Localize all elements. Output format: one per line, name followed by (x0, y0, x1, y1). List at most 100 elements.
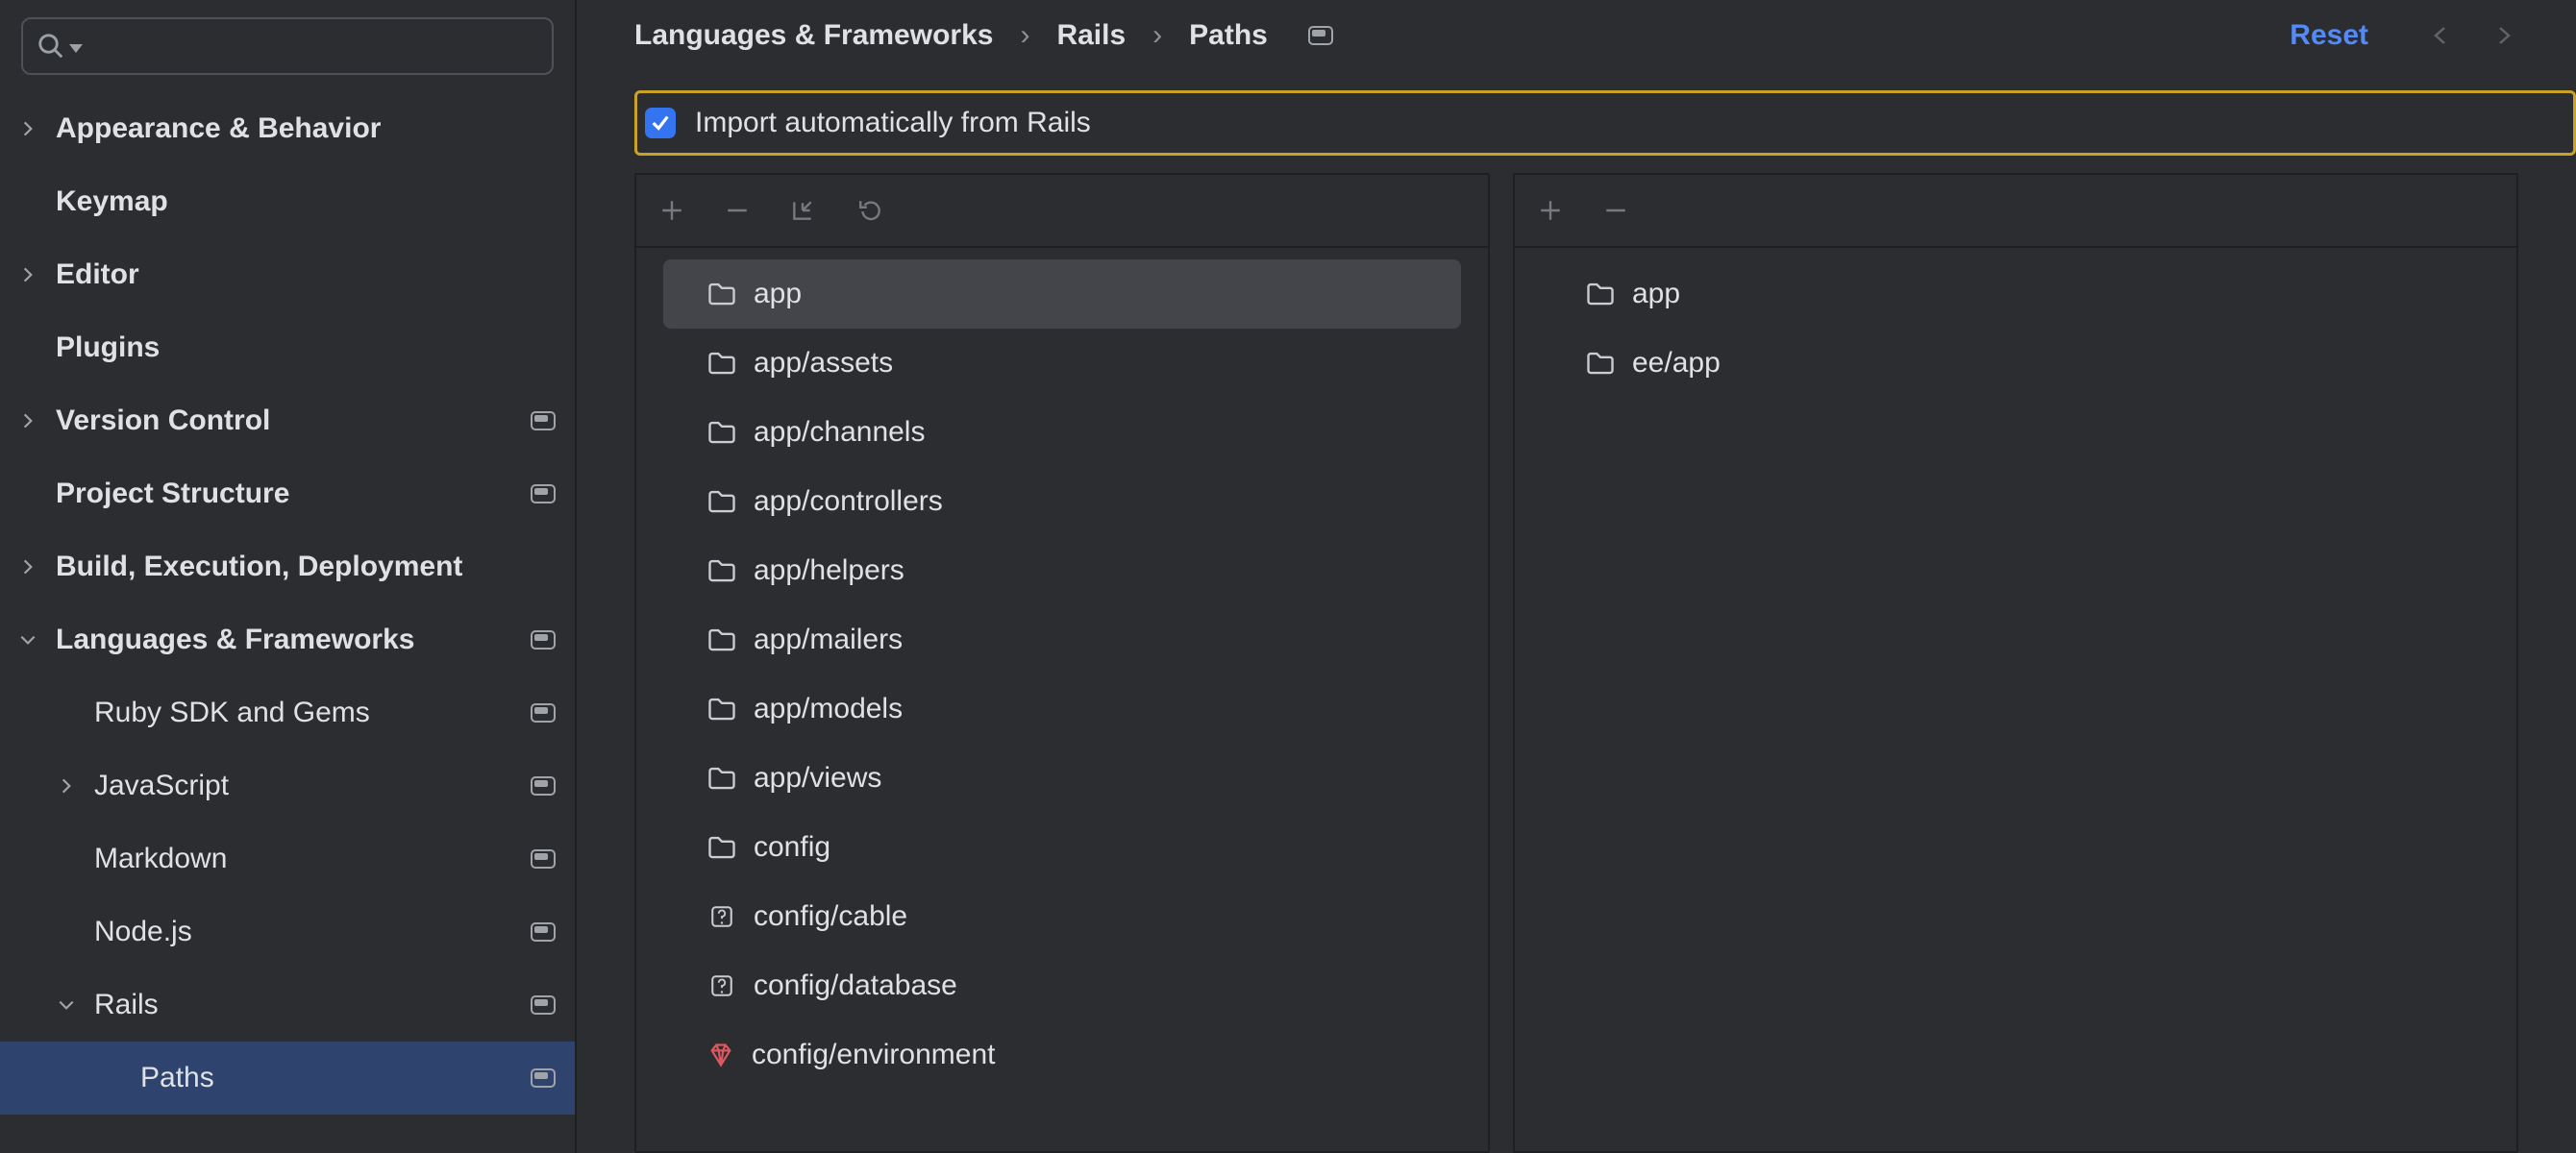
window-icon (521, 922, 556, 942)
sidebar-item-build-execution-deployment[interactable]: Build, Execution, Deployment (0, 530, 575, 603)
sidebar-item-project-structure[interactable]: Project Structure (0, 457, 575, 530)
sidebar-item-markdown[interactable]: Markdown (0, 822, 575, 895)
list-item-label: app/mailers (754, 624, 903, 656)
titlebar: Languages & Frameworks › Rails › Paths R… (577, 19, 2576, 90)
breadcrumb-item[interactable]: Paths (1189, 19, 1268, 52)
sidebar-item-node-js[interactable]: Node.js (0, 895, 575, 969)
sidebar-item-label: Paths (140, 1062, 521, 1094)
list-item[interactable]: app/helpers (663, 536, 1461, 605)
left-list-toolbar (636, 175, 1488, 248)
right-list-toolbar (1515, 175, 2516, 248)
chevron-right-icon: › (1020, 19, 1029, 52)
sidebar-item-ruby-sdk-and-gems[interactable]: Ruby SDK and Gems (0, 676, 575, 749)
folder-icon (707, 489, 736, 514)
checkbox-checked-icon[interactable] (645, 108, 676, 138)
sidebar-item-label: Keymap (56, 185, 556, 218)
folder-icon (707, 351, 736, 376)
sidebar-item-plugins[interactable]: Plugins (0, 311, 575, 384)
sidebar-item-languages-frameworks[interactable]: Languages & Frameworks (0, 603, 575, 676)
sidebar-item-appearance-behavior[interactable]: Appearance & Behavior (0, 92, 575, 165)
sidebar-item-label: Rails (94, 989, 521, 1021)
back-icon[interactable] (2426, 24, 2455, 47)
window-icon (1308, 26, 1333, 45)
search-dropdown-icon[interactable] (69, 44, 83, 53)
sidebar-item-label: Node.js (94, 916, 521, 948)
paths-lists: app app/assets app/channels app/controllers… (577, 156, 2576, 1153)
remove-icon[interactable] (1603, 198, 1628, 223)
list-item-label: app (1632, 278, 1680, 310)
list-item[interactable]: config/environment (663, 1020, 1461, 1090)
chevron-right-icon (38, 776, 94, 796)
settings-main: Languages & Frameworks › Rails › Paths R… (577, 0, 2576, 1153)
list-item-label: config/database (754, 969, 957, 1002)
sidebar-item-editor[interactable]: Editor (0, 238, 575, 311)
chevron-right-icon (0, 119, 56, 138)
window-icon (521, 630, 556, 650)
breadcrumb-item[interactable]: Rails (1056, 19, 1126, 52)
sidebar-item-label: Build, Execution, Deployment (56, 551, 556, 583)
list-item[interactable]: app/assets (663, 329, 1461, 398)
list-item-label: config/environment (752, 1039, 995, 1071)
list-item-label: app/assets (754, 347, 893, 380)
folder-icon (707, 282, 736, 307)
list-item-label: ee/app (1632, 347, 1721, 380)
sidebar-item-label: Markdown (94, 843, 521, 875)
sidebar-item-label: Appearance & Behavior (56, 112, 556, 145)
list-item-label: app/helpers (754, 554, 904, 587)
right-list: app ee/app (1515, 248, 2516, 1151)
sidebar-item-javascript[interactable]: JavaScript (0, 749, 575, 822)
import-auto-checkbox-row[interactable]: Import automatically from Rails (634, 90, 2576, 156)
list-item[interactable]: config/database (663, 951, 1461, 1020)
right-list-panel: app ee/app (1513, 173, 2518, 1153)
ruby-icon (707, 1042, 734, 1068)
sidebar-item-paths[interactable]: Paths (0, 1042, 575, 1115)
list-item[interactable]: app (663, 259, 1461, 329)
list-item[interactable]: app/channels (663, 398, 1461, 467)
list-item[interactable]: config (663, 813, 1461, 882)
sidebar-item-label: Project Structure (56, 478, 521, 510)
sidebar-item-keymap[interactable]: Keymap (0, 165, 575, 238)
chevron-right-icon (0, 265, 56, 284)
add-icon[interactable] (1538, 198, 1563, 223)
collapse-icon[interactable] (790, 198, 815, 223)
add-icon[interactable] (659, 198, 684, 223)
window-icon (521, 849, 556, 869)
sidebar-item-label: JavaScript (94, 770, 521, 802)
folder-icon (707, 627, 736, 652)
list-item[interactable]: config/cable (663, 882, 1461, 951)
folder-icon (707, 835, 736, 860)
settings-tree: Appearance & Behavior Keymap Editor Plugins… (0, 92, 575, 1153)
sidebar-item-version-control[interactable]: Version Control (0, 384, 575, 457)
list-item-label: app/views (754, 762, 881, 795)
list-item[interactable]: app/views (663, 744, 1461, 813)
folder-icon (1586, 351, 1615, 376)
sidebar-item-label: Ruby SDK and Gems (94, 697, 521, 729)
search-input[interactable] (21, 17, 554, 75)
list-item[interactable]: app/mailers (663, 605, 1461, 675)
breadcrumb: Languages & Frameworks › Rails › Paths (634, 19, 1333, 52)
list-item[interactable]: app/models (663, 675, 1461, 744)
sidebar-item-label: Plugins (56, 331, 556, 364)
undo-icon[interactable] (855, 198, 884, 223)
list-item[interactable]: app (1542, 259, 2489, 329)
breadcrumb-item[interactable]: Languages & Frameworks (634, 19, 993, 52)
list-item[interactable]: app/controllers (663, 467, 1461, 536)
window-icon (521, 703, 556, 723)
list-item-label: app/channels (754, 416, 925, 449)
forward-icon[interactable] (2489, 24, 2518, 47)
list-item-label: config/cable (754, 900, 907, 933)
sidebar-item-label: Version Control (56, 405, 521, 437)
window-icon (521, 776, 556, 796)
list-item-label: config (754, 831, 830, 864)
remove-icon[interactable] (725, 198, 750, 223)
reset-button[interactable]: Reset (2290, 19, 2368, 52)
unknown-icon (707, 904, 736, 929)
chevron-down-icon (38, 995, 94, 1015)
sidebar-item-rails[interactable]: Rails (0, 969, 575, 1042)
list-item[interactable]: ee/app (1542, 329, 2489, 398)
folder-icon (707, 766, 736, 791)
window-icon (521, 995, 556, 1015)
window-icon (521, 1068, 556, 1088)
left-list-panel: app app/assets app/channels app/controllers… (634, 173, 1490, 1153)
left-list: app app/assets app/channels app/controllers… (636, 248, 1488, 1151)
